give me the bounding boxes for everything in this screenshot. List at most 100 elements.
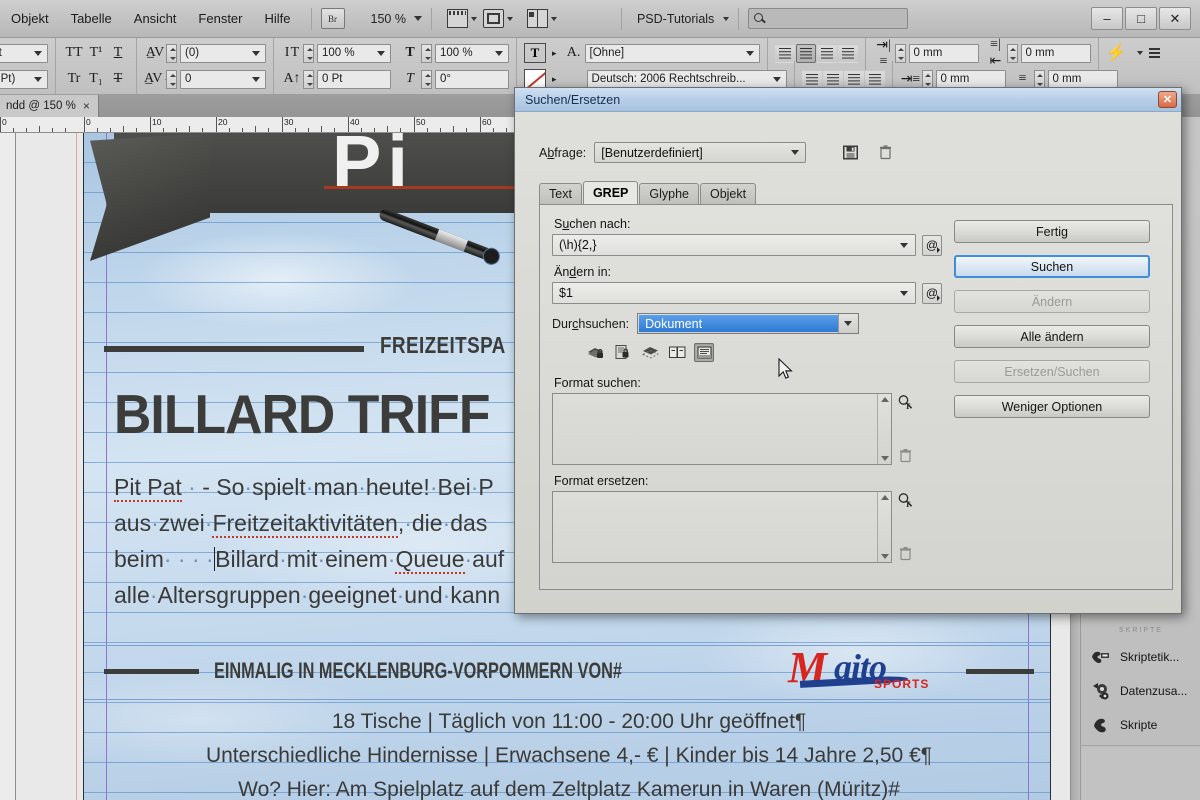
subscript-button[interactable]: T₁ — [85, 71, 107, 87]
indent-first-stepper[interactable] — [921, 69, 933, 89]
stroke-color-swatch[interactable] — [524, 69, 546, 89]
tab-objekt[interactable]: Objekt — [699, 183, 757, 204]
minimize-button[interactable]: – — [1091, 7, 1123, 30]
change-input[interactable]: $1 — [552, 282, 916, 304]
strikethrough-button[interactable]: T — [107, 71, 129, 87]
menu-item-objekt[interactable]: Objekt — [0, 6, 60, 32]
clear-attributes-icon[interactable] — [897, 447, 914, 464]
trash-icon[interactable] — [877, 144, 894, 161]
alle-aendern-button[interactable]: Alle ändern — [954, 325, 1150, 348]
bridge-button[interactable]: Br — [320, 8, 345, 29]
tracking-stepper[interactable] — [166, 69, 177, 89]
chevron-down-icon[interactable] — [880, 456, 889, 461]
menu-item-hilfe[interactable]: Hilfe — [254, 6, 302, 32]
character-style-field[interactable]: [Ohne] — [584, 43, 760, 63]
fertig-button[interactable]: Fertig — [954, 220, 1150, 243]
include-locked-layers-icon[interactable] — [586, 343, 606, 362]
chevron-down-icon[interactable] — [838, 314, 858, 333]
justify-all-button[interactable] — [864, 69, 885, 89]
menu-item-tabelle[interactable]: Tabelle — [60, 6, 123, 32]
query-select[interactable]: [Benutzerdefiniert] — [594, 142, 807, 163]
indent-last-field[interactable]: 0 mm — [1047, 69, 1118, 89]
menu-item-fenster[interactable]: Fenster — [187, 6, 253, 32]
chevron-right-icon[interactable]: ▸ — [552, 48, 557, 59]
specify-attributes-icon[interactable]: T — [897, 394, 914, 411]
panel-item-data-merge[interactable]: Datenzusa... — [1081, 674, 1200, 708]
help-search[interactable] — [748, 8, 909, 29]
vertical-scale-field[interactable]: 100 % — [317, 43, 391, 63]
chevron-down-icon[interactable] — [880, 554, 889, 559]
maximize-button[interactable]: □ — [1125, 7, 1157, 30]
skew-field[interactable]: 0° — [435, 69, 509, 89]
horizontal-scale-stepper[interactable] — [421, 43, 432, 63]
tab-glyphe[interactable]: Glyphe — [639, 183, 699, 204]
tab-grep[interactable]: GREP — [582, 181, 639, 204]
zoom-control[interactable]: 150 % — [371, 12, 422, 26]
align-justify-button[interactable] — [837, 43, 858, 63]
indent-left-stepper[interactable] — [894, 43, 906, 63]
fill-color-swatch[interactable]: T — [524, 43, 546, 63]
align-center-button[interactable] — [795, 43, 816, 63]
align-left-button[interactable] — [774, 43, 795, 63]
dialog-title-bar[interactable]: Suchen/Ersetzen ✕ — [515, 88, 1181, 112]
justify-left-button[interactable] — [801, 69, 822, 89]
include-master-pages-icon[interactable] — [667, 343, 687, 362]
chevron-up-icon[interactable] — [880, 495, 889, 500]
leading-field[interactable]: 4 Pt) — [0, 69, 48, 89]
arrange-documents[interactable] — [526, 9, 557, 28]
justify-center-button[interactable] — [822, 69, 843, 89]
baseline-shift-field[interactable]: 0 Pt — [317, 69, 391, 89]
format-change-box[interactable] — [552, 491, 892, 563]
document-tab[interactable]: ndd @ 150 % × — [0, 95, 99, 117]
small-caps-button[interactable]: Tr — [63, 71, 85, 87]
font-size-field[interactable]: Pt — [0, 43, 48, 63]
view-mode-preview[interactable] — [482, 9, 513, 28]
find-special-chars-button[interactable]: @ — [922, 234, 942, 256]
chevron-right-icon[interactable]: ▸ — [552, 74, 557, 85]
language-field[interactable]: Deutsch: 2006 Rechtschreib... — [586, 69, 787, 89]
scope-select[interactable]: Dokument — [637, 313, 860, 334]
skew-stepper[interactable] — [421, 69, 432, 89]
suchen-button[interactable]: Suchen — [954, 255, 1150, 278]
footer-text-frame[interactable]: 18 Tische | Täglich von 11:00 - 20:00 Uh… — [104, 705, 1034, 800]
indent-last-stepper[interactable] — [1033, 69, 1045, 89]
align-right-button[interactable] — [816, 43, 837, 63]
tab-text[interactable]: Text — [539, 183, 582, 204]
panel-item-script-label[interactable]: Skriptetik... — [1081, 640, 1200, 674]
all-caps-button[interactable]: TT — [63, 45, 85, 61]
close-icon[interactable]: ✕ — [1158, 91, 1177, 108]
justify-right-button[interactable] — [843, 69, 864, 89]
format-find-box[interactable] — [552, 393, 892, 465]
underline-button[interactable]: T — [107, 45, 129, 61]
indent-first-field[interactable]: 0 mm — [935, 69, 1006, 89]
menu-item-ansicht[interactable]: Ansicht — [123, 6, 188, 32]
chevron-up-icon[interactable] — [880, 397, 889, 402]
indent-right-field[interactable]: 0 mm — [1020, 43, 1091, 63]
include-hidden-layers-icon[interactable] — [640, 343, 660, 362]
quick-apply-icon[interactable]: ⚡ — [1106, 43, 1127, 63]
kerning-field[interactable]: (0) — [180, 43, 266, 63]
tracking-field[interactable]: 0 — [180, 69, 266, 89]
close-button[interactable]: ✕ — [1159, 7, 1191, 30]
vertical-scale-stepper[interactable] — [303, 43, 314, 63]
include-footnotes-icon[interactable] — [694, 343, 714, 362]
change-special-chars-button[interactable]: @ — [922, 282, 942, 304]
superscript-button[interactable]: T¹ — [85, 45, 107, 61]
find-input[interactable]: (\h){2,} — [552, 234, 916, 256]
include-locked-stories-icon[interactable] — [613, 343, 633, 362]
indent-left-field[interactable]: 0 mm — [908, 43, 979, 63]
baseline-shift-stepper[interactable] — [303, 69, 314, 89]
workspace-switcher[interactable]: PSD-Tutorials — [637, 12, 730, 26]
format-change-scrollbar[interactable] — [877, 492, 891, 562]
specify-attributes-icon[interactable]: T — [897, 492, 914, 509]
panel-item-scripts[interactable]: Skripte — [1081, 708, 1200, 742]
kerning-stepper[interactable] — [166, 43, 177, 63]
panel-menu-button[interactable] — [1136, 47, 1160, 59]
view-mode-screen[interactable] — [446, 9, 477, 28]
search-input[interactable] — [766, 12, 897, 25]
maito-sports-logo[interactable]: M aito SPORTS — [788, 643, 948, 692]
weniger-optionen-button[interactable]: Weniger Optionen — [954, 395, 1150, 418]
close-icon[interactable]: × — [83, 99, 90, 113]
horizontal-scale-field[interactable]: 100 % — [435, 43, 509, 63]
save-icon[interactable] — [842, 144, 859, 161]
